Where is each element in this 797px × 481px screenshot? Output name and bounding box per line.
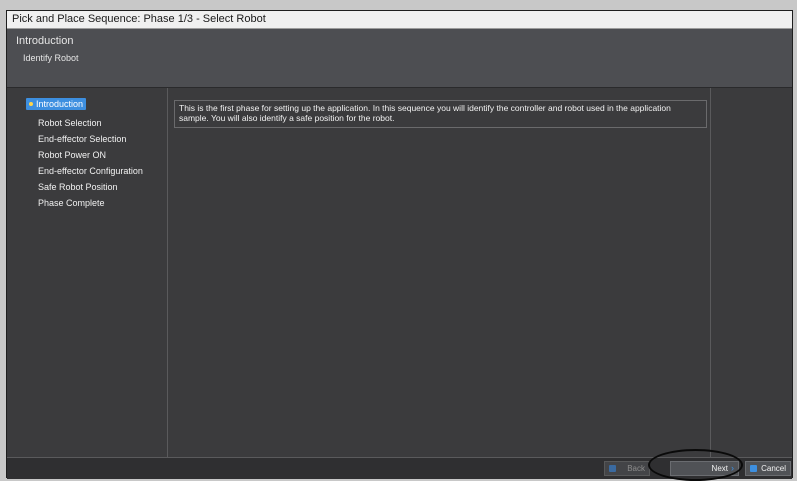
right-panel (710, 88, 794, 457)
info-text: This is the first phase for setting up t… (174, 100, 707, 128)
page-subtitle: Identify Robot (23, 53, 79, 63)
page-header: Introduction Identify Robot (7, 29, 792, 88)
step-safe-robot-position[interactable]: Safe Robot Position (38, 182, 118, 192)
window-title: Pick and Place Sequence: Phase 1/3 - Sel… (12, 13, 266, 25)
button-bar: Back Next › Cancel (7, 457, 792, 479)
step-robot-selection[interactable]: Robot Selection (38, 118, 102, 128)
step-introduction[interactable]: Introduction (26, 98, 87, 110)
back-label: Back (627, 464, 645, 473)
step-phase-complete[interactable]: Phase Complete (38, 198, 105, 208)
next-label: Next (711, 464, 728, 473)
title-bar: Pick and Place Sequence: Phase 1/3 - Sel… (7, 11, 792, 29)
back-icon (609, 465, 616, 472)
step-end-effector-configuration[interactable]: End-effector Configuration (38, 166, 143, 176)
step-end-effector-selection[interactable]: End-effector Selection (38, 134, 126, 144)
step-label: Introduction (36, 99, 84, 109)
cancel-icon (750, 465, 757, 472)
back-button[interactable]: Back (604, 461, 650, 476)
wizard-window: Pick and Place Sequence: Phase 1/3 - Sel… (6, 10, 793, 479)
cancel-button[interactable]: Cancel (745, 461, 791, 476)
step-robot-power-on[interactable]: Robot Power ON (38, 150, 106, 160)
content-pane: This is the first phase for setting up t… (168, 88, 710, 457)
chevron-right-icon: › (731, 463, 734, 473)
current-step-icon (29, 101, 33, 106)
step-list: Introduction Robot Selection End-effecto… (7, 88, 168, 457)
cancel-label: Cancel (761, 464, 786, 473)
next-button[interactable]: Next › (670, 461, 739, 476)
wizard-body: Introduction Robot Selection End-effecto… (7, 88, 792, 457)
page-title: Introduction (16, 35, 74, 47)
